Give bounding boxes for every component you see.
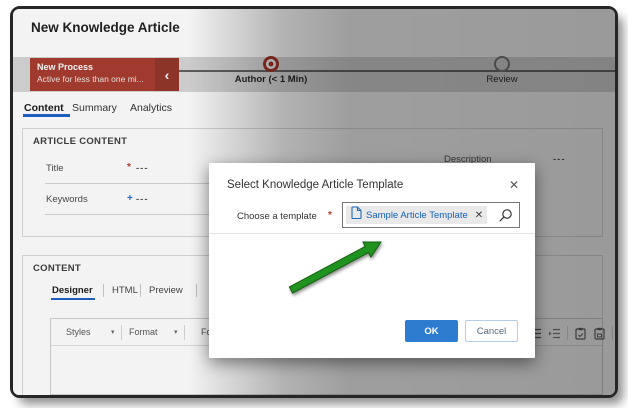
paste-special-icon[interactable] [593, 327, 606, 340]
choose-template-label: Choose a template [237, 211, 317, 222]
tab-separator [196, 284, 197, 297]
tab-separator [103, 284, 104, 297]
toolbar-separator [612, 326, 613, 340]
chevron-down-icon: ▾ [174, 328, 178, 336]
styles-dropdown[interactable]: Styles [66, 327, 91, 337]
recommended-marker: + [127, 193, 133, 204]
cancel-button[interactable]: Cancel [465, 320, 518, 342]
section-heading: ARTICLE CONTENT [33, 136, 127, 147]
editor-tab-html[interactable]: HTML [112, 285, 138, 296]
paste-icon[interactable] [574, 327, 587, 340]
chevron-left-icon: ‹ [165, 67, 170, 83]
field-value-title[interactable]: --- [136, 163, 149, 174]
format-dropdown[interactable]: Format [129, 327, 158, 337]
tab-analytics[interactable]: Analytics [130, 102, 172, 114]
field-label-keywords: Keywords [46, 194, 88, 205]
stage-label: Author (< 1 Min) [211, 74, 331, 85]
active-stage-icon [263, 56, 279, 72]
process-connector-line [179, 70, 615, 72]
upcoming-stage-icon [494, 56, 510, 72]
section-heading: CONTENT [33, 263, 81, 274]
field-value-description[interactable]: --- [553, 154, 566, 165]
chevron-down-icon: ▾ [111, 328, 115, 336]
app-screen: New Knowledge Article New Process Active… [13, 9, 615, 395]
business-process-bar: New Process Active for less than one mi.… [13, 57, 615, 92]
screenshot-canvas: New Knowledge Article New Process Active… [0, 0, 628, 408]
toolbar-separator [121, 325, 122, 340]
editor-tab-preview[interactable]: Preview [149, 285, 183, 296]
process-name: New Process [37, 62, 155, 72]
editor-tab-designer[interactable]: Designer [52, 285, 93, 296]
tab-content[interactable]: Content [24, 102, 64, 114]
stage-label: Review [442, 74, 562, 85]
tab-separator [140, 284, 141, 297]
active-tab-underline [23, 114, 70, 117]
field-label-title: Title [46, 163, 64, 174]
article-template-icon [351, 206, 362, 224]
toolbar-separator [567, 326, 568, 340]
toolbar-icon-group [529, 326, 615, 340]
select-template-dialog: Select Knowledge Article Template ✕ Choo… [209, 163, 535, 358]
required-marker: * [328, 210, 332, 221]
process-status: Active for less than one mi... [37, 74, 155, 84]
field-value-keywords[interactable]: --- [136, 194, 149, 205]
template-lookup-field[interactable]: Sample Article Template ✕ [342, 202, 520, 228]
dialog-title: Select Knowledge Article Template [227, 179, 403, 191]
search-icon[interactable] [498, 208, 513, 228]
toolbar-separator [184, 325, 185, 340]
selected-template-name: Sample Article Template [366, 210, 468, 221]
required-marker: * [127, 162, 131, 173]
page-title: New Knowledge Article [31, 20, 180, 35]
indent-icon[interactable] [548, 327, 561, 340]
process-status-box: New Process Active for less than one mi.… [30, 58, 155, 91]
process-collapse-button[interactable]: ‹ [155, 58, 179, 91]
active-editor-tab-underline [51, 298, 95, 300]
close-icon[interactable]: ✕ [507, 176, 521, 194]
selected-record-pill[interactable]: Sample Article Template ✕ [346, 206, 487, 224]
screenshot-frame: New Knowledge Article New Process Active… [10, 6, 618, 398]
remove-selection-icon[interactable]: ✕ [475, 210, 483, 221]
ok-button[interactable]: OK [405, 320, 458, 342]
tab-summary[interactable]: Summary [72, 102, 117, 114]
dialog-divider [209, 233, 535, 234]
